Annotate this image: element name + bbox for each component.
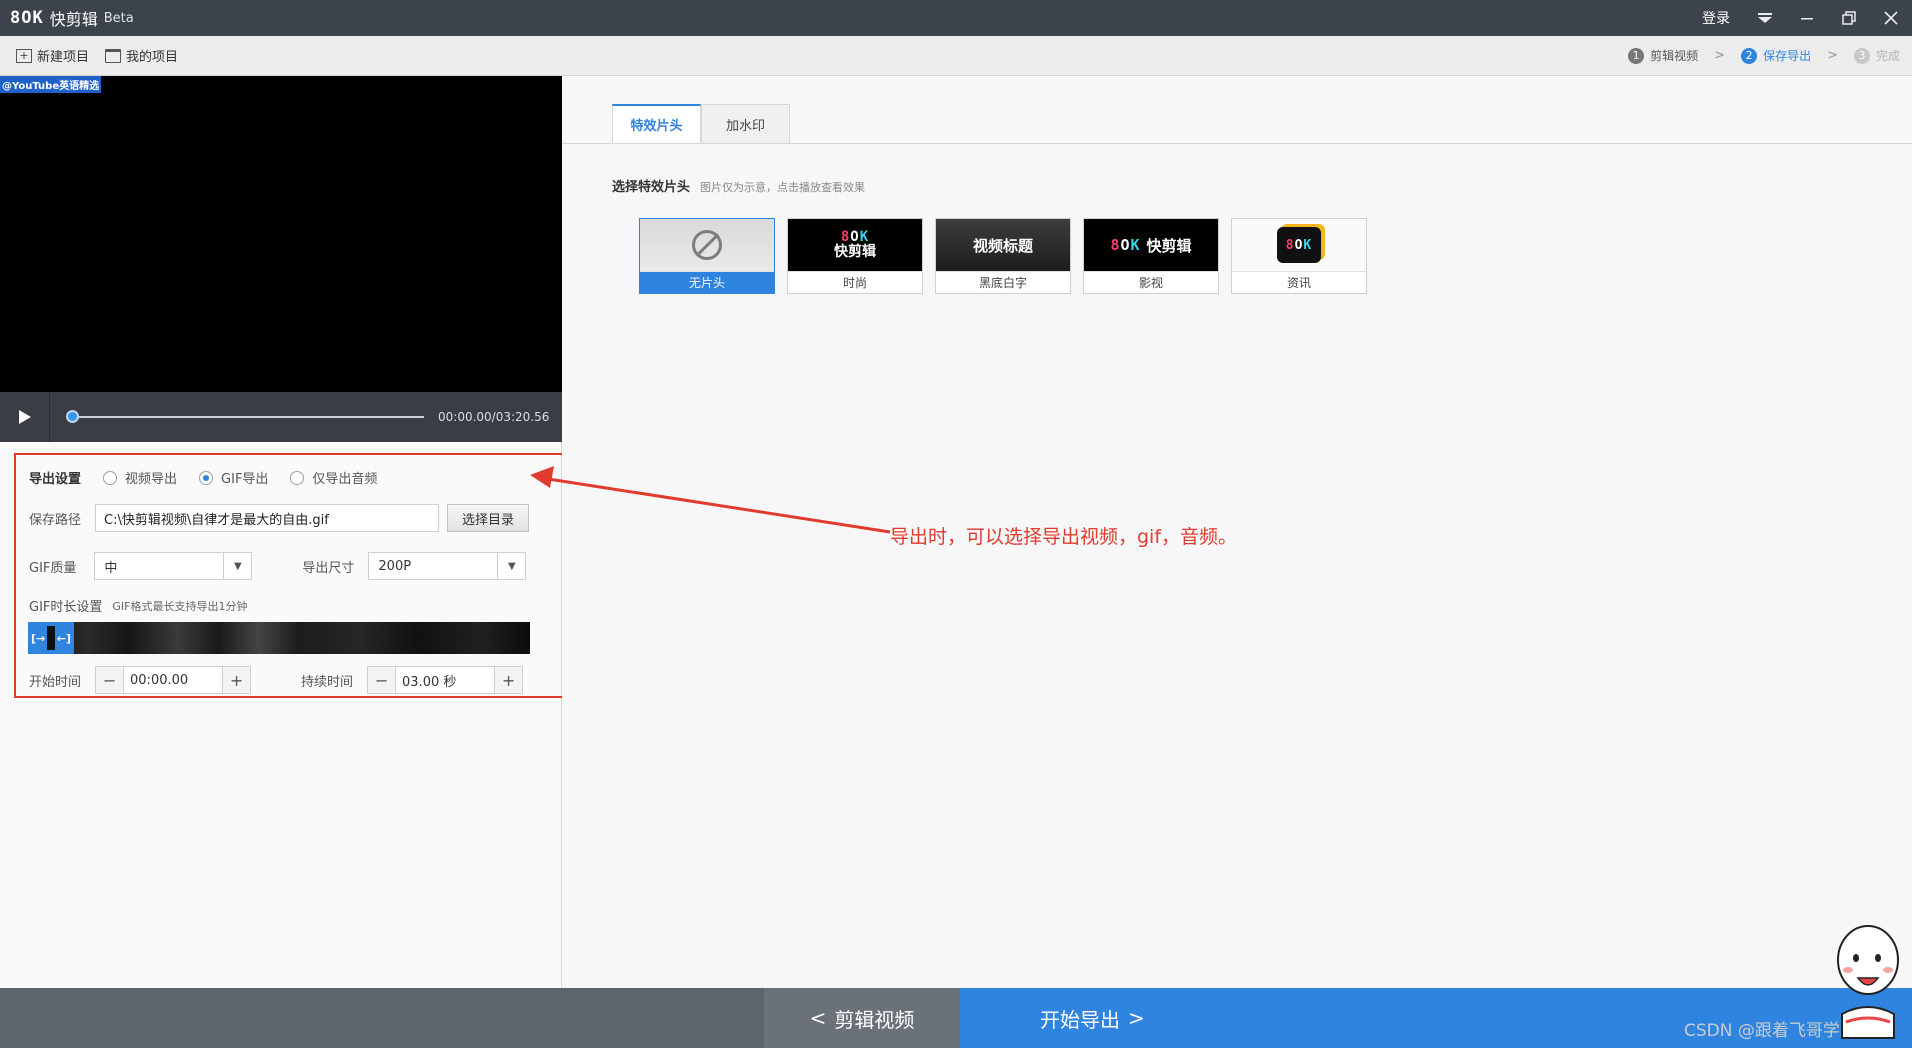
progress-bar[interactable] — [66, 410, 424, 423]
chevron-right-icon: > — [1827, 48, 1838, 63]
video-preview[interactable]: @YouTube英语精选 — [0, 76, 562, 392]
intro-section-title: 选择特效片头 — [612, 180, 691, 195]
title-bar: 8OK 快剪辑 Beta 登录 — [0, 0, 1912, 36]
minimize-icon[interactable] — [1786, 0, 1828, 36]
player-controls: 00:00.00/03:20.56 — [0, 392, 562, 442]
intro-section-header: 选择特效片头 图片仅为示意，点击播放查看效果 — [612, 176, 865, 195]
intro-option-black-white[interactable]: 视频标题 黑底白字 — [935, 218, 1071, 294]
annotation-text: 导出时，可以选择导出视频，gif，音频。 — [890, 526, 1238, 548]
app-logo-mark-icon: 8OK — [1110, 236, 1141, 254]
restore-icon[interactable] — [1828, 0, 1870, 36]
play-button[interactable] — [0, 392, 50, 442]
step-done: 3 完成 — [1853, 47, 1900, 64]
intro-tabs: 特效片头 加水印 — [612, 104, 790, 144]
time-readout: 00:00.00/03:20.56 — [438, 410, 550, 424]
app-logo-mark-icon: 8OK — [840, 228, 870, 245]
chevron-right-icon: > — [1128, 1006, 1145, 1030]
chevron-left-icon: < — [809, 1006, 827, 1030]
logo-mark: 8OK — [10, 8, 44, 28]
my-projects-button[interactable]: 我的项目 — [105, 46, 178, 65]
bottom-bar: < 剪辑视频 开始导出 > — [0, 988, 1912, 1048]
my-projects-label: 我的项目 — [126, 50, 179, 65]
toolbar: + 新建项目 我的项目 1 剪辑视频 > 2 保存导出 > 3 完成 — [0, 36, 1912, 76]
app-title: 快剪辑 — [49, 10, 98, 29]
step-indicator: 1 剪辑视频 > 2 保存导出 > 3 完成 — [1628, 47, 1900, 64]
video-watermark-tag: @YouTube英语精选 — [0, 76, 102, 93]
annotation-highlight-box — [14, 453, 579, 698]
close-icon[interactable] — [1870, 0, 1912, 36]
app-logo: 8OK 快剪辑 Beta — [10, 6, 134, 30]
intro-section-hint: 图片仅为示意，点击播放查看效果 — [700, 181, 866, 194]
app-logo-box-icon: 8OK — [1277, 227, 1321, 263]
annotation-arrow — [530, 466, 891, 534]
new-project-label: 新建项目 — [37, 50, 90, 65]
tab-intro-effects[interactable]: 特效片头 — [612, 104, 701, 144]
step-export: 2 保存导出 — [1741, 47, 1811, 64]
play-icon — [18, 410, 31, 424]
intro-option-film[interactable]: 8OK 快剪辑 影视 — [1083, 218, 1219, 294]
intro-option-none[interactable]: 无片头 — [639, 218, 775, 294]
intro-options: 无片头 8OK 快剪辑 时尚 视频标题 黑底白字 8OK 快剪辑 影视 8OK — [639, 218, 1379, 294]
chevron-right-icon: > — [1714, 48, 1726, 63]
tab-watermark[interactable]: 加水印 — [701, 104, 790, 144]
intro-option-fashion[interactable]: 8OK 快剪辑 时尚 — [787, 218, 923, 294]
intro-option-news[interactable]: 8OK 资讯 — [1231, 218, 1367, 294]
back-to-edit-button[interactable]: < 剪辑视频 — [764, 988, 960, 1048]
step-edit[interactable]: 1 剪辑视频 — [1628, 47, 1698, 64]
beta-label: Beta — [103, 10, 134, 26]
tab-divider — [562, 143, 1912, 144]
folder-icon — [105, 48, 122, 63]
cartoon-sticker-icon — [1837, 925, 1899, 1039]
login-link[interactable]: 登录 — [1688, 0, 1744, 36]
new-project-button[interactable]: + 新建项目 — [16, 46, 89, 65]
plus-square-icon: + — [16, 48, 32, 63]
progress-knob[interactable] — [66, 410, 79, 423]
no-entry-icon — [692, 230, 722, 260]
menu-triangle-down-icon[interactable] — [1744, 0, 1786, 36]
